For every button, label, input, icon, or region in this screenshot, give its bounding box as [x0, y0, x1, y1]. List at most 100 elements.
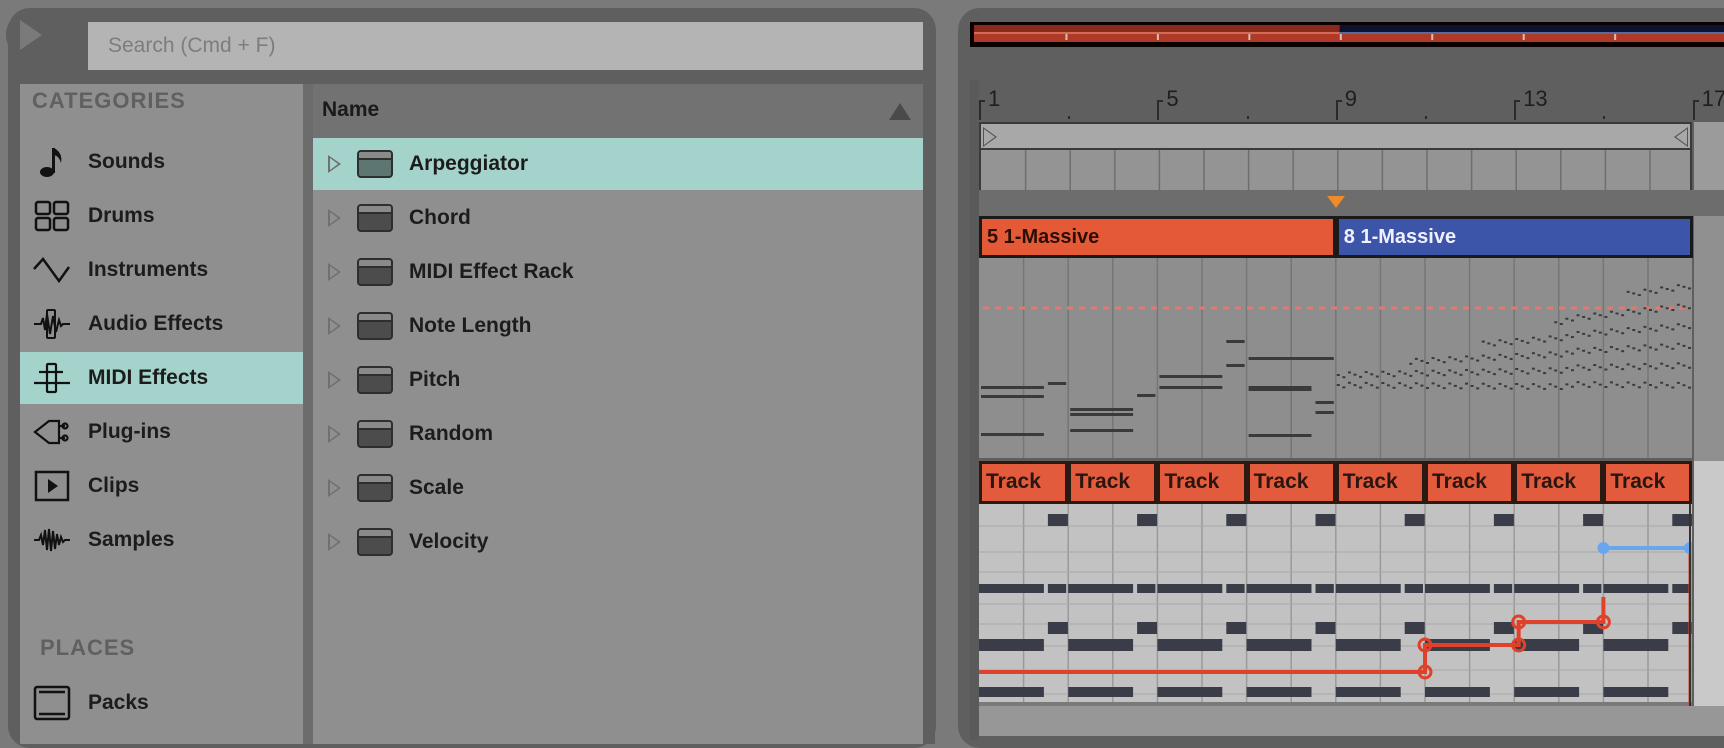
list-item-midi-effect-rack[interactable]: MIDI Effect Rack [313, 246, 923, 298]
midi-note [1609, 363, 1613, 366]
audio-effects-icon [32, 307, 72, 341]
loop-end-marker-icon[interactable] [1674, 127, 1688, 147]
expand-triangle-icon[interactable] [328, 155, 341, 173]
midi-note [1492, 387, 1496, 390]
track-clip[interactable]: Track [1157, 461, 1247, 504]
sort-ascending-icon[interactable] [889, 103, 911, 120]
midi-note [1660, 362, 1664, 365]
expand-triangle-icon[interactable] [328, 317, 341, 335]
midi-note [1609, 381, 1613, 384]
name-column-header[interactable]: Name [322, 98, 379, 122]
midi-note [1643, 307, 1647, 310]
track-clip[interactable]: Track [979, 461, 1069, 504]
midi-note [1565, 334, 1569, 337]
overview-tick [1522, 34, 1525, 40]
sidebar-item-label: Plug-ins [88, 420, 171, 443]
loop-brace[interactable] [979, 122, 1692, 150]
track-clip[interactable]: Track [1514, 461, 1604, 504]
sidebar-item-label: Packs [88, 691, 149, 714]
midi-note [1598, 331, 1602, 334]
lane-note [1315, 622, 1336, 634]
track-clip[interactable]: Track [1068, 461, 1158, 504]
drum-grid-icon [32, 199, 72, 233]
beat-time-ruler[interactable]: 1 5 9 13 17 [970, 80, 1724, 122]
overview-tick [1248, 34, 1251, 40]
track-clip[interactable]: Track [1246, 461, 1336, 504]
expand-triangle-icon[interactable] [328, 479, 341, 497]
half-bar-tick [1068, 116, 1071, 119]
expand-triangle-icon[interactable] [328, 209, 341, 227]
midi-note [1621, 368, 1625, 371]
midi-note-display[interactable] [979, 258, 1692, 458]
midi-note [1671, 367, 1675, 370]
list-scrollbar[interactable] [923, 84, 935, 744]
expand-triangle-icon[interactable] [328, 263, 341, 281]
midi-note [1543, 356, 1547, 359]
overview-highlight [1339, 32, 1724, 34]
list-item-chord[interactable]: Chord [313, 192, 923, 244]
midi-note [1582, 316, 1586, 318]
browser-toggle-button[interactable] [6, 10, 56, 60]
midi-note [1665, 307, 1669, 310]
sidebar-item-plug-ins[interactable]: Plug-ins [20, 406, 303, 458]
midi-note [1420, 359, 1424, 362]
list-item-pitch[interactable]: Pitch [313, 354, 923, 406]
midi-note [1364, 371, 1368, 374]
midi-note [1604, 333, 1608, 336]
list-item-scale[interactable]: Scale [313, 462, 923, 514]
scrub-area[interactable] [979, 190, 1724, 216]
lane-note [1583, 584, 1602, 593]
midi-note [1676, 342, 1680, 345]
loop-start-marker-icon[interactable] [983, 127, 997, 147]
sidebar-splitter[interactable] [303, 84, 313, 744]
sidebar-item-label: Drums [88, 204, 155, 227]
search-input[interactable] [88, 22, 923, 70]
list-header[interactable]: Name [313, 84, 923, 138]
sidebar-item-sounds[interactable]: Sounds [20, 136, 303, 188]
midi-note [1565, 366, 1569, 369]
playhead-marker-icon[interactable] [1326, 196, 1345, 208]
arrangement-overview[interactable] [970, 22, 1724, 47]
midi-note [1576, 330, 1580, 333]
midi-note [1426, 387, 1429, 389]
midi-note [1336, 374, 1340, 376]
sidebar-item-drums[interactable]: Drums [20, 190, 303, 242]
midi-note [1537, 338, 1541, 341]
midi-note [1632, 292, 1636, 295]
track-clip[interactable]: Track [1425, 461, 1515, 504]
sidebar-item-midi-effects[interactable]: MIDI Effects [20, 352, 303, 404]
device-folder-icon [357, 312, 393, 340]
automation-lanes[interactable] [979, 504, 1692, 709]
midi-note [1453, 384, 1457, 387]
midi-note [1420, 372, 1424, 375]
device-folder-icon [357, 204, 393, 232]
list-item-note-length[interactable]: Note Length [313, 300, 923, 352]
sidebar-item-audio-effects[interactable]: Audio Effects [20, 298, 303, 350]
list-item-arpeggiator[interactable]: Arpeggiator [313, 138, 923, 190]
midi-effects-icon [32, 361, 72, 395]
lane-note [1047, 622, 1068, 634]
midi-note [1671, 289, 1675, 292]
midi-note [1342, 376, 1346, 379]
automation-breakpoint[interactable] [1597, 542, 1610, 554]
list-item-velocity[interactable]: Velocity [313, 516, 923, 568]
expand-triangle-icon[interactable] [328, 533, 341, 551]
clip-2[interactable]: 8 1-Massive [1335, 216, 1693, 258]
expand-triangle-icon[interactable] [328, 371, 341, 389]
midi-note [1570, 319, 1574, 322]
track-clip[interactable]: Track [1335, 461, 1425, 504]
sidebar-item-instruments[interactable]: Instruments [20, 244, 303, 296]
midi-note [1526, 387, 1530, 390]
midi-note [1437, 384, 1441, 387]
expand-triangle-icon[interactable] [328, 425, 341, 443]
midi-note [1537, 385, 1541, 388]
lane-note [1493, 514, 1514, 526]
sidebar-item-clips[interactable]: Clips [20, 460, 303, 512]
sidebar-item-packs[interactable]: Packs [20, 677, 303, 729]
midi-note [1626, 327, 1630, 330]
list-item-random[interactable]: Random [313, 408, 923, 460]
sidebar-item-samples[interactable]: Samples [20, 514, 303, 566]
midi-note [1576, 364, 1580, 367]
track-clip[interactable]: Track [1603, 461, 1692, 504]
clip-1[interactable]: 5 1-Massive [979, 216, 1336, 258]
